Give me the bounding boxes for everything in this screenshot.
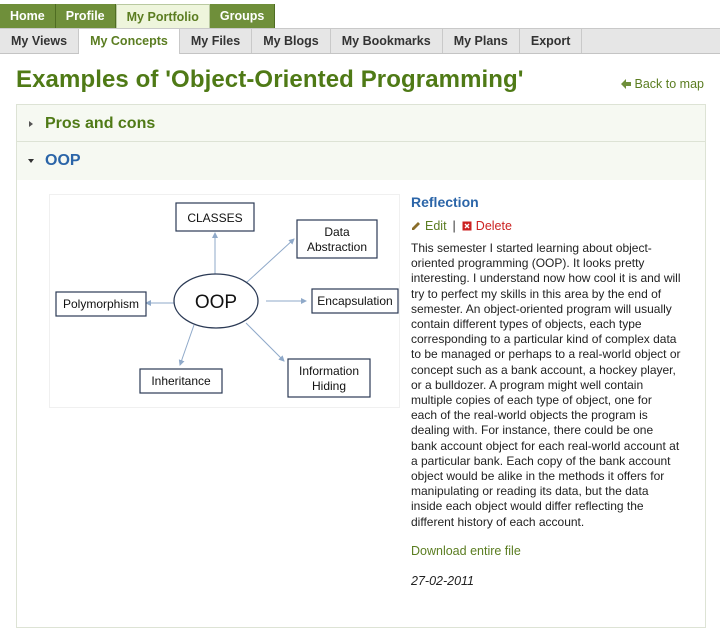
page-title: Examples of 'Object-Oriented Programming… <box>16 66 524 93</box>
subnav-my-views[interactable]: My Views <box>0 29 80 53</box>
diagram-node-data-abstraction-line1: Data <box>324 225 350 239</box>
diagram-node-data-abstraction-line2: Abstraction <box>307 240 367 254</box>
subnav-my-bookmarks[interactable]: My Bookmarks <box>331 29 443 53</box>
delete-x-icon <box>462 221 472 231</box>
nav-home[interactable]: Home <box>0 4 56 28</box>
panel-pros-and-cons: Pros and cons <box>16 104 706 142</box>
edit-button[interactable]: Edit <box>411 219 447 233</box>
panel-pros-and-cons-header[interactable]: Pros and cons <box>17 105 705 143</box>
diagram-node-classes: CLASSES <box>187 211 242 225</box>
back-arrow-icon <box>620 79 631 89</box>
delete-button[interactable]: Delete <box>462 219 512 233</box>
subnav-my-blogs[interactable]: My Blogs <box>252 29 331 53</box>
back-to-map-label: Back to map <box>634 77 704 91</box>
panel-title: OOP <box>45 152 81 169</box>
diagram-node-information-hiding-line1: Information <box>299 364 359 378</box>
oop-concept-map-image: OOP CLASSES Data Abstraction Polymorphis… <box>49 194 400 408</box>
diagram-node-information-hiding-line2: Hiding <box>312 379 346 393</box>
back-to-map-link[interactable]: Back to map <box>620 77 704 91</box>
nav-groups[interactable]: Groups <box>209 4 276 28</box>
nav-my-portfolio[interactable]: My Portfolio <box>115 4 210 29</box>
main-nav: Home Profile My Portfolio Groups <box>0 4 276 29</box>
entry-title: Reflection <box>411 194 479 210</box>
subnav-my-files[interactable]: My Files <box>180 29 253 53</box>
edit-label: Edit <box>425 219 447 233</box>
diagram-node-encapsulation: Encapsulation <box>317 294 392 308</box>
diagram-node-polymorphism: Polymorphism <box>63 297 139 311</box>
triangle-right-icon <box>17 120 45 128</box>
diagram-node-inheritance: Inheritance <box>151 374 211 388</box>
entry-date: 27-02-2011 <box>411 573 475 588</box>
subnav-my-plans[interactable]: My Plans <box>443 29 520 53</box>
entry-body: This semester I started learning about o… <box>411 241 681 529</box>
subnav-export[interactable]: Export <box>520 29 583 53</box>
entry-content: Reflection Edit | Delete This semester I… <box>411 194 681 588</box>
sub-nav: My Views My Concepts My Files My Blogs M… <box>0 28 720 54</box>
pencil-icon <box>412 222 420 230</box>
panel-title: Pros and cons <box>45 115 156 132</box>
panel-oop: OOP OOP CLASSES Data Abstraction Polymor… <box>16 142 706 628</box>
entry-actions: Edit | Delete <box>411 219 681 233</box>
diagram-center-label: OOP <box>195 292 237 313</box>
action-separator: | <box>452 219 456 233</box>
delete-label: Delete <box>475 219 512 233</box>
nav-profile[interactable]: Profile <box>55 4 116 28</box>
subnav-my-concepts[interactable]: My Concepts <box>79 29 180 54</box>
download-file-link[interactable]: Download entire file <box>411 544 521 558</box>
triangle-down-icon <box>17 157 45 165</box>
panel-oop-header[interactable]: OOP <box>17 142 705 180</box>
